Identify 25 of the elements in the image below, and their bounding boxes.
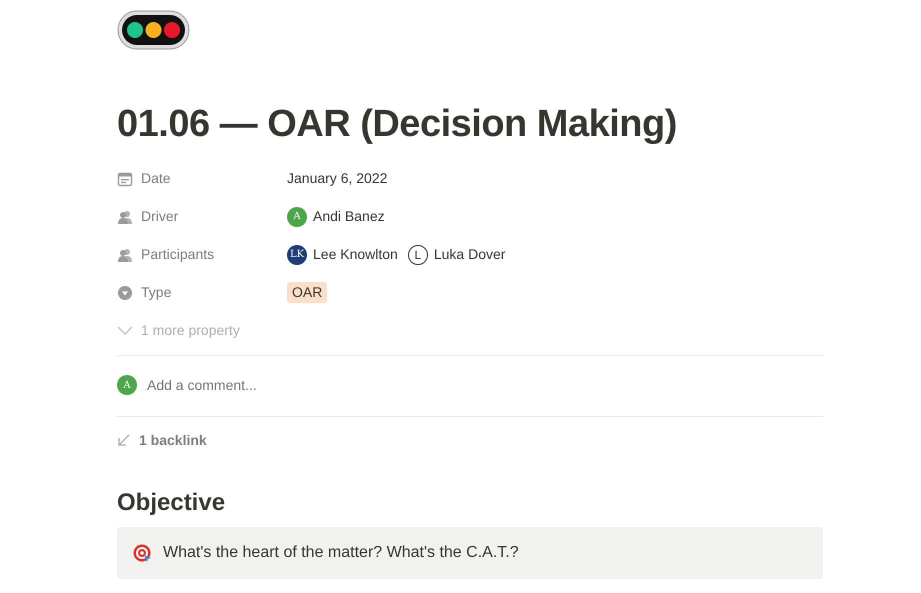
avatar: A — [117, 375, 137, 396]
avatar: L — [408, 244, 428, 265]
person-name[interactable]: Andi Banez — [313, 206, 385, 228]
person-name[interactable]: Luka Dover — [434, 244, 506, 266]
avatar: LK — [287, 244, 307, 265]
property-label: Participants — [141, 245, 214, 264]
page-title: 01.06 — OAR (Decision Making) — [117, 102, 678, 147]
backlinks-link[interactable]: 1 backlink — [139, 430, 207, 451]
callout-text: What's the heart of the matter? What's the C.A.T.? — [163, 543, 519, 564]
target-icon — [133, 543, 153, 564]
arrow-icon — [117, 433, 131, 448]
property-label: Type — [141, 283, 172, 302]
date-value[interactable]: January 6, 2022 — [287, 168, 388, 190]
calendar-icon — [117, 170, 133, 187]
people-icon — [117, 208, 133, 225]
traffic-light-icon — [117, 10, 190, 50]
person-name[interactable]: Lee Knowlton — [313, 244, 398, 266]
people-icon — [117, 246, 133, 263]
dropdown-icon — [117, 284, 133, 301]
property-label: Date — [141, 169, 171, 188]
chevron-icon — [117, 326, 133, 336]
section-heading: Objective — [117, 488, 226, 518]
avatar: A — [287, 206, 307, 227]
type-tag[interactable]: OAR — [287, 282, 328, 304]
property-label: Driver — [141, 207, 178, 226]
